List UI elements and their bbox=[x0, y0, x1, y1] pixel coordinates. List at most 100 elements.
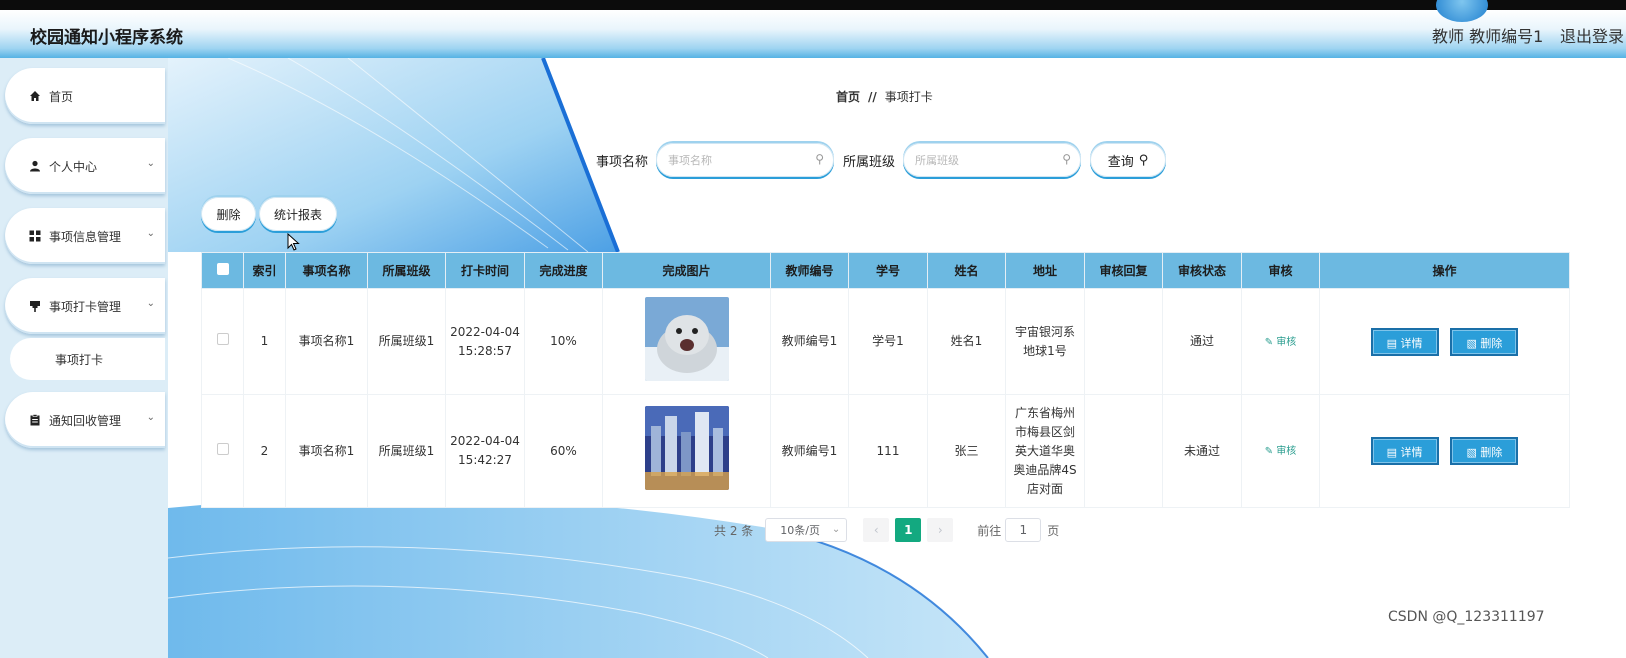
goto-page-input[interactable]: 1 bbox=[1005, 518, 1042, 542]
cell-image bbox=[602, 394, 771, 508]
chevron-down-icon: ⌄ bbox=[146, 158, 155, 169]
column-header: 完成进度 bbox=[524, 252, 603, 289]
breadcrumb-home[interactable]: 首页 bbox=[836, 90, 860, 104]
column-header: 教师编号 bbox=[770, 252, 849, 289]
batch-delete-button[interactable]: 删除 bbox=[201, 197, 256, 231]
cell-status: 通过 bbox=[1162, 288, 1242, 395]
cell-index: 2 bbox=[243, 394, 286, 508]
row-select-cell[interactable] bbox=[201, 394, 244, 508]
cell-class: 所属班级1 bbox=[367, 394, 446, 508]
delete-label: 删除 bbox=[1480, 446, 1503, 459]
query-button[interactable]: 查询 ⚲ bbox=[1090, 143, 1166, 177]
cell-progress: 60% bbox=[524, 394, 603, 508]
audit-link[interactable]: ✎ 审核 bbox=[1265, 446, 1297, 457]
sidebar-item-home[interactable]: 首页 bbox=[5, 68, 165, 124]
sidebar-item-label: 通知回收管理 bbox=[49, 413, 122, 428]
row-checkbox[interactable] bbox=[216, 442, 229, 455]
edit-icon: ✎ bbox=[1264, 336, 1274, 348]
delete-button[interactable]: ▧ 删除 bbox=[1450, 437, 1519, 465]
total-count: 共 2 条 bbox=[714, 523, 754, 538]
item-name-label: 事项名称 bbox=[596, 155, 649, 170]
city-night-photo[interactable] bbox=[644, 406, 729, 490]
detail-label: 详情 bbox=[1400, 446, 1423, 459]
cell-progress: 10% bbox=[524, 288, 603, 395]
sidebar-item-item-info[interactable]: 事项信息管理 ⌄ bbox=[5, 208, 165, 264]
detail-button[interactable]: ▤ 详情 bbox=[1370, 327, 1439, 356]
cell-teacher-no: 教师编号1 bbox=[770, 394, 849, 508]
breadcrumb: 首页 // 事项打卡 bbox=[836, 88, 933, 105]
breadcrumb-current: 事项打卡 bbox=[884, 90, 933, 104]
app-header: 校园通知小程序系统 教师 教师编号1 退出登录 bbox=[0, 0, 1626, 58]
chevron-left-icon: ‹ bbox=[873, 523, 879, 537]
page-size-select[interactable]: 10条/页 ⌄ bbox=[765, 518, 848, 542]
sidebar-item-notice-recycle[interactable]: 通知回收管理 ⌄ bbox=[5, 392, 165, 448]
select-all-checkbox[interactable] bbox=[216, 263, 229, 275]
detail-label: 详情 bbox=[1400, 336, 1423, 350]
chevron-down-icon: ⌄ bbox=[146, 412, 155, 423]
cell-reply bbox=[1084, 288, 1163, 395]
audit-label: 审核 bbox=[1276, 336, 1297, 348]
page-suffix: 页 bbox=[1047, 523, 1060, 538]
cell-item-name: 事项名称1 bbox=[285, 394, 368, 508]
user-icon bbox=[29, 160, 41, 172]
cell-item-name: 事项名称1 bbox=[285, 288, 368, 395]
table-row: 2 事项名称1 所属班级1 2022-04-04 15:42:27 60% 教师… bbox=[201, 394, 1570, 508]
column-header: 索引 bbox=[243, 252, 286, 289]
cell-class: 所属班级1 bbox=[367, 288, 446, 395]
sidebar: 首页 个人中心 ⌄ 事项信息管理 ⌄ 事项打卡管理 ⌄ 事项打卡 通知回收管理 … bbox=[0, 58, 168, 658]
top-strip bbox=[0, 0, 1626, 10]
search-icon: ⚲ bbox=[815, 152, 824, 166]
class-placeholder: 所属班级 bbox=[915, 154, 959, 167]
page-size-value: 10条/页 bbox=[780, 524, 820, 537]
cell-student-no: 111 bbox=[848, 394, 928, 508]
seal-photo[interactable] bbox=[644, 296, 729, 381]
cell-address: 宇宙银河系地球1号 bbox=[1005, 288, 1085, 395]
column-header: 审核回复 bbox=[1084, 252, 1163, 289]
column-header: 审核 bbox=[1241, 252, 1320, 289]
pin-icon bbox=[29, 300, 41, 312]
sidebar-item-checkin-management[interactable]: 事项打卡管理 ⌄ bbox=[5, 278, 165, 334]
column-header: 学号 bbox=[848, 252, 928, 289]
avatar[interactable] bbox=[1436, 0, 1488, 22]
chevron-down-icon: ⌄ bbox=[146, 298, 155, 309]
page-number[interactable]: 1 bbox=[895, 518, 922, 542]
column-header: 姓名 bbox=[927, 252, 1006, 289]
class-search-input[interactable]: 所属班级 ⚲ bbox=[903, 143, 1081, 177]
prev-page-button[interactable]: ‹ bbox=[863, 518, 890, 542]
chevron-down-icon: ⌄ bbox=[146, 228, 155, 239]
document-icon: ▤ bbox=[1386, 446, 1398, 459]
main-content: 首页 // 事项打卡 事项名称 事项名称 ⚲ 所属班级 所属班级 ⚲ 查询 ⚲ 删除… bbox=[168, 58, 1626, 658]
row-select-cell[interactable] bbox=[201, 288, 244, 395]
cell-student-no: 学号1 bbox=[848, 288, 928, 395]
next-page-button[interactable]: › bbox=[927, 518, 954, 542]
cell-name: 姓名1 bbox=[927, 288, 1006, 395]
user-info: 教师 教师编号1 bbox=[1432, 27, 1544, 46]
cell-address: 广东省梅州市梅县区剑英大道华奥奥迪品牌4S店对面 bbox=[1005, 394, 1085, 508]
column-header: 所属班级 bbox=[367, 252, 446, 289]
cell-index: 1 bbox=[243, 288, 286, 395]
cell-time: 2022-04-04 15:42:27 bbox=[445, 394, 525, 508]
delete-label: 删除 bbox=[1480, 336, 1503, 350]
breadcrumb-separator: // bbox=[868, 90, 877, 104]
column-header: 地址 bbox=[1005, 252, 1085, 289]
column-header: 打卡时间 bbox=[445, 252, 525, 289]
cell-actions: ▤ 详情 ▧ 删除 bbox=[1319, 288, 1570, 395]
column-header: 审核状态 bbox=[1162, 252, 1242, 289]
watermark: CSDN @Q_123311197 bbox=[1388, 609, 1545, 625]
sidebar-item-personal-center[interactable]: 个人中心 ⌄ bbox=[5, 138, 165, 194]
cell-audit: ✎ 审核 bbox=[1241, 394, 1320, 508]
report-button[interactable]: 统计报表 bbox=[259, 197, 337, 231]
audit-link[interactable]: ✎ 审核 bbox=[1265, 337, 1297, 348]
sidebar-item-label: 首页 bbox=[49, 89, 74, 104]
cell-reply bbox=[1084, 394, 1163, 508]
cell-teacher-no: 教师编号1 bbox=[770, 288, 849, 395]
class-label: 所属班级 bbox=[843, 155, 896, 170]
row-checkbox[interactable] bbox=[216, 333, 229, 345]
detail-button[interactable]: ▤ 详情 bbox=[1370, 437, 1439, 465]
sidebar-subitem-checkin[interactable]: 事项打卡 bbox=[10, 338, 165, 380]
item-name-search-input[interactable]: 事项名称 ⚲ bbox=[656, 143, 834, 177]
sidebar-item-label: 事项打卡 bbox=[55, 352, 104, 367]
logout-button[interactable]: 退出登录 bbox=[1560, 23, 1624, 47]
select-all-cell[interactable] bbox=[201, 252, 244, 289]
delete-button[interactable]: ▧ 删除 bbox=[1450, 327, 1519, 356]
